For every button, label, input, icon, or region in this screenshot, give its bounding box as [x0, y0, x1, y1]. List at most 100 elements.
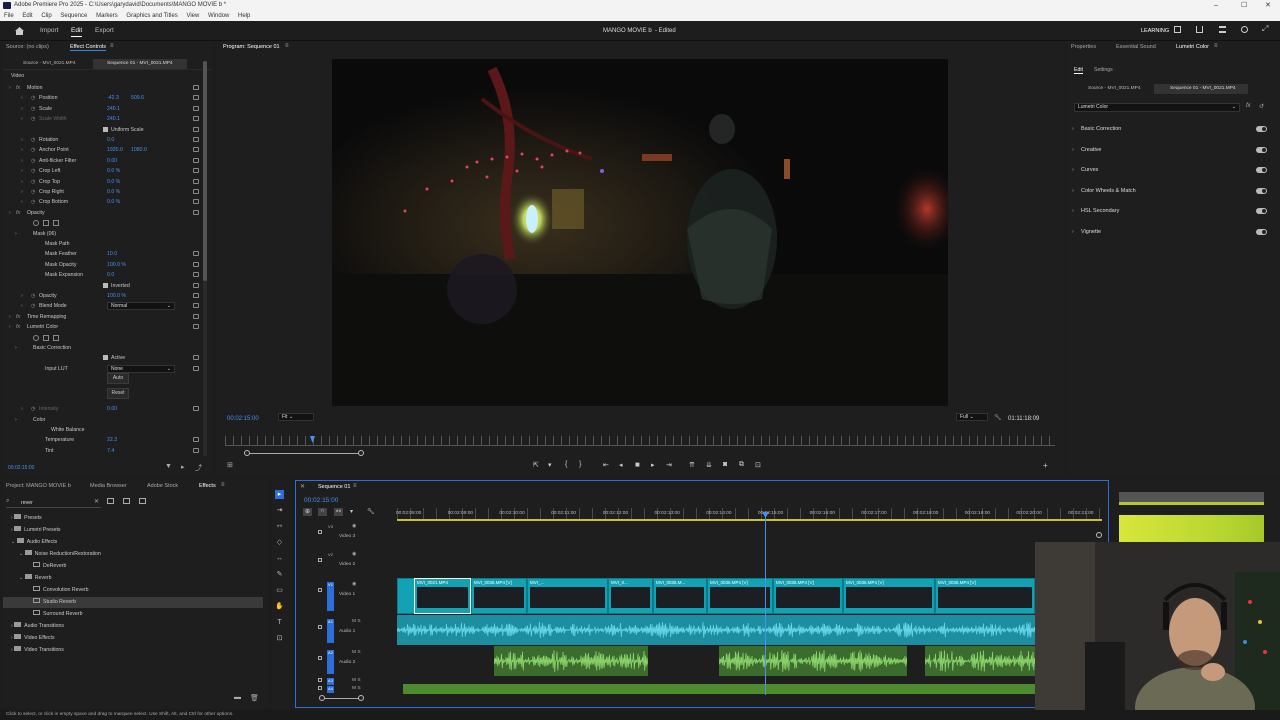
subtab-edit[interactable]: Edit	[1074, 67, 1083, 74]
expand-arrow-icon[interactable]: ›	[15, 415, 17, 425]
ec-value[interactable]: 22.3	[107, 435, 117, 445]
mark-out-bracket-icon[interactable]: }	[579, 461, 581, 468]
lumetri-section[interactable]: › Creative	[1067, 144, 1267, 156]
playhead-timecode[interactable]: 00:02:15:00	[227, 416, 259, 422]
video-clip[interactable]: MVI_0036.MP4 [V]	[935, 578, 1035, 614]
track-select-icon[interactable]: ⇥	[275, 506, 284, 515]
panel-menu-icon[interactable]: ≡	[221, 482, 225, 488]
lock-icon[interactable]	[318, 588, 322, 592]
expand-arrow-icon[interactable]: ›	[21, 135, 23, 145]
ec-row[interactable]: Mask Path	[3, 239, 208, 249]
reset-icon[interactable]	[193, 447, 199, 453]
razor-icon[interactable]: ◇	[275, 538, 284, 547]
effects-tree-item[interactable]: › Audio Transitions	[3, 621, 263, 632]
panel-menu-icon[interactable]: ≡	[285, 43, 289, 49]
delete-icon[interactable]: 🗑︎	[250, 694, 259, 702]
ec-row[interactable]: › ◷ Scale 240.1	[3, 104, 208, 114]
menu-help[interactable]: Help	[238, 13, 250, 19]
ec-row[interactable]: › ◷ Rotation 0.0	[3, 135, 208, 145]
marker-icon[interactable]: ▾	[548, 461, 552, 469]
audio2-clip-2[interactable]	[719, 646, 907, 676]
reset-icon[interactable]	[193, 324, 199, 330]
ec-row[interactable]	[3, 218, 208, 228]
ec-value[interactable]: 100.0 %	[107, 260, 126, 270]
track-header[interactable]: V2 ◉ Video 2	[297, 550, 397, 578]
comparison-view-icon[interactable]: ⧉	[739, 461, 744, 469]
fit-dropdown[interactable]: Fit ⌄	[278, 413, 314, 421]
timeline-playhead[interactable]	[765, 512, 766, 695]
ec-row[interactable]: › fx Motion	[3, 83, 208, 93]
type-icon[interactable]: T	[275, 618, 284, 627]
stopwatch-icon[interactable]: ◷	[31, 301, 36, 311]
section-toggle[interactable]	[1256, 167, 1267, 173]
quality-dropdown[interactable]: Full ⌄	[956, 413, 988, 421]
ec-value[interactable]: 100.0 %	[107, 291, 126, 301]
reset-icon[interactable]	[193, 126, 199, 132]
menu-graphics[interactable]: Graphics and Titles	[126, 13, 177, 19]
track-header[interactable]: V3 ◉ Video 3	[297, 522, 397, 548]
checkbox[interactable]	[103, 126, 108, 132]
reset-icon[interactable]	[193, 85, 199, 90]
ec-row[interactable]: › ◷ Crop Top 0.0 %	[3, 177, 208, 187]
go-to-in-icon[interactable]: ⇤	[603, 461, 609, 469]
stopwatch-icon[interactable]: ◷	[31, 114, 36, 124]
stopwatch-icon[interactable]: ◷	[31, 145, 36, 155]
panel-menu-icon[interactable]: ≡	[1214, 43, 1218, 49]
tab-sequence[interactable]: Sequence 01	[318, 484, 350, 490]
tab-import[interactable]: Import	[40, 27, 58, 34]
expand-arrow-icon[interactable]: ›	[21, 104, 23, 114]
fullscreen-icon[interactable]: ⤢	[1262, 24, 1268, 34]
fx-icon[interactable]: fx	[1246, 103, 1251, 109]
workspace-label[interactable]: LEARNING	[1141, 28, 1169, 34]
ec-row[interactable]: › ◷ Crop Left 0.0 %	[3, 166, 208, 176]
stopwatch-icon[interactable]: ◷	[31, 197, 36, 207]
lock-icon[interactable]	[318, 656, 322, 660]
selection-tool-icon[interactable]: ▸	[275, 490, 284, 499]
audio2-clip-1[interactable]	[494, 646, 648, 676]
close-button[interactable]: ✕	[1265, 0, 1271, 11]
checkbox[interactable]	[103, 355, 108, 361]
lumetri-effect-select[interactable]: Lumetri Color ⌄	[1074, 103, 1240, 112]
lumetri-section[interactable]: › HSL Secondary	[1067, 205, 1267, 217]
ec-value[interactable]: 240.1	[107, 114, 120, 124]
32bit-effects-icon[interactable]	[123, 498, 130, 504]
caption-icon[interactable]: ⊡	[275, 634, 284, 643]
track-header[interactable]: V1 ◉ Video 1	[297, 580, 397, 613]
effects-tree-item[interactable]: › Video Transitions	[3, 645, 263, 656]
ec-select[interactable]: Normal ⌄	[107, 302, 175, 311]
reset-icon[interactable]	[193, 209, 199, 215]
tab-export[interactable]: Export	[95, 27, 114, 34]
menu-view[interactable]: View	[186, 13, 199, 19]
ec-select[interactable]: None ⌄	[107, 364, 175, 373]
ec-row[interactable]: › ◷ Scale Width 240.1	[3, 114, 208, 124]
reset-icon[interactable]	[193, 251, 199, 257]
video-clip[interactable]: MVI_...	[527, 578, 608, 614]
mute-solo-icon[interactable]: M S	[352, 686, 361, 691]
ec-button[interactable]: Reset	[107, 388, 129, 400]
expand-arrow-icon[interactable]: ›	[21, 187, 23, 197]
menu-sequence[interactable]: Sequence	[60, 13, 87, 19]
lock-icon[interactable]	[318, 625, 322, 629]
reset-icon[interactable]	[193, 137, 199, 142]
mark-in-icon[interactable]: ⇱	[533, 461, 539, 469]
maximize-button[interactable]: ☐	[1241, 0, 1247, 11]
fx-toggle-icon[interactable]: fx	[16, 312, 20, 322]
vertical-zoom-handle[interactable]	[1096, 532, 1102, 538]
lumetri-section[interactable]: › Basic Correction	[1067, 123, 1267, 135]
ec-row[interactable]: Inverted	[3, 281, 208, 291]
ec-row[interactable]: › fx Lumetri Color	[3, 322, 208, 332]
timeline-zoom-left[interactable]	[319, 695, 325, 701]
reset-icon[interactable]	[193, 116, 199, 122]
ec-value[interactable]: 0.0 %	[107, 166, 120, 176]
scrollbar[interactable]	[203, 61, 207, 456]
menu-window[interactable]: Window	[208, 13, 229, 19]
reset-icon[interactable]	[193, 406, 199, 412]
ellipse-mask-icon[interactable]	[33, 220, 39, 227]
expand-arrow-icon[interactable]: ›	[9, 83, 11, 93]
ec-value-2[interactable]: 1080.0	[131, 145, 147, 155]
share-icon[interactable]	[1196, 26, 1203, 33]
ripple-edit-icon[interactable]: ⇿	[275, 522, 284, 531]
tab-program[interactable]: Program: Sequence 01	[223, 44, 280, 50]
ec-row[interactable]: Mask Feather 10.0	[3, 249, 208, 259]
effects-tree-item[interactable]: DeReverb	[3, 561, 263, 572]
